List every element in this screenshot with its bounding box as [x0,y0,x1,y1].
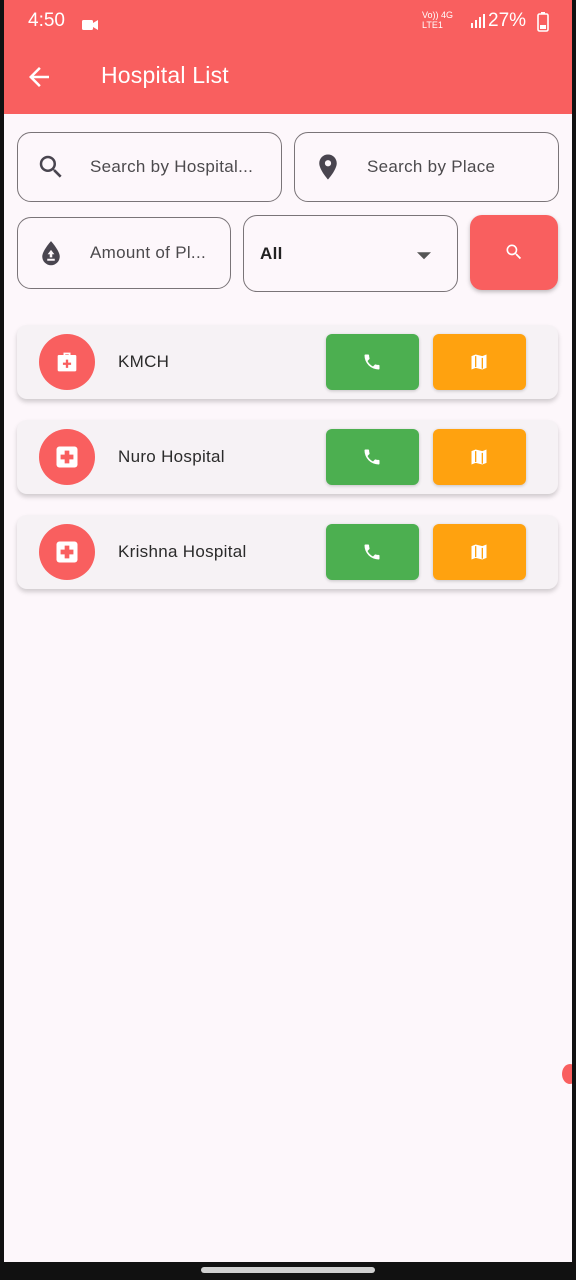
amount-placeholder: Amount of Pl... [90,243,206,262]
call-button[interactable] [326,524,419,580]
search-icon [506,244,522,260]
network-label: Vo)) 4G LTE1 [422,10,454,30]
signal-icon [470,13,486,35]
phone-icon [364,544,380,560]
scroll-indicator[interactable] [562,1064,572,1084]
map-button[interactable] [433,334,526,390]
battery-percent: 27% [488,10,527,31]
map-icon [471,354,487,370]
hospital-card: Nuro Hospital [17,420,558,494]
phone-icon [364,354,380,370]
hospital-search-placeholder: Search by Hospital... [90,157,254,176]
video-camera-icon [82,15,98,37]
arrow-back-icon[interactable] [24,62,54,92]
location-pin-icon [313,152,343,182]
place-search-input[interactable]: Search by Place [294,132,559,202]
search-button[interactable] [470,215,558,290]
hospital-card: KMCH [17,325,558,399]
status-bar: 4:50 Vo)) 4G LTE1 27% [4,0,572,42]
map-button[interactable] [433,429,526,485]
hospital-name: Nuro Hospital [118,447,225,466]
map-icon [471,544,487,560]
amount-field[interactable]: Amount of Pl... [17,217,231,289]
status-time: 4:50 [28,10,65,31]
home-indicator[interactable] [201,1267,375,1273]
blood-drop-icon [36,238,66,268]
dropdown-selected-value: All [260,243,283,263]
app-screen: 4:50 Vo)) 4G LTE1 27% Hospital List Sear… [4,0,572,1262]
search-icon [36,152,66,182]
page-title: Hospital List [101,62,229,88]
chevron-down-icon [417,251,431,259]
map-button[interactable] [433,524,526,580]
map-icon [471,449,487,465]
app-header: 4:50 Vo)) 4G LTE1 27% Hospital List [4,0,572,114]
hospital-card: Krishna Hospital [17,515,558,589]
toolbar: Hospital List [4,42,572,114]
medical-bag-icon [39,334,95,390]
blood-type-dropdown[interactable]: All [243,215,458,292]
call-button[interactable] [326,429,419,485]
hospital-cross-icon [39,524,95,580]
hospital-cross-icon [39,429,95,485]
hospital-search-input[interactable]: Search by Hospital... [17,132,282,202]
hospital-name: Krishna Hospital [118,542,247,561]
battery-icon [537,12,549,38]
hospital-name: KMCH [118,352,170,371]
place-search-placeholder: Search by Place [367,157,496,176]
call-button[interactable] [326,334,419,390]
phone-icon [364,449,380,465]
